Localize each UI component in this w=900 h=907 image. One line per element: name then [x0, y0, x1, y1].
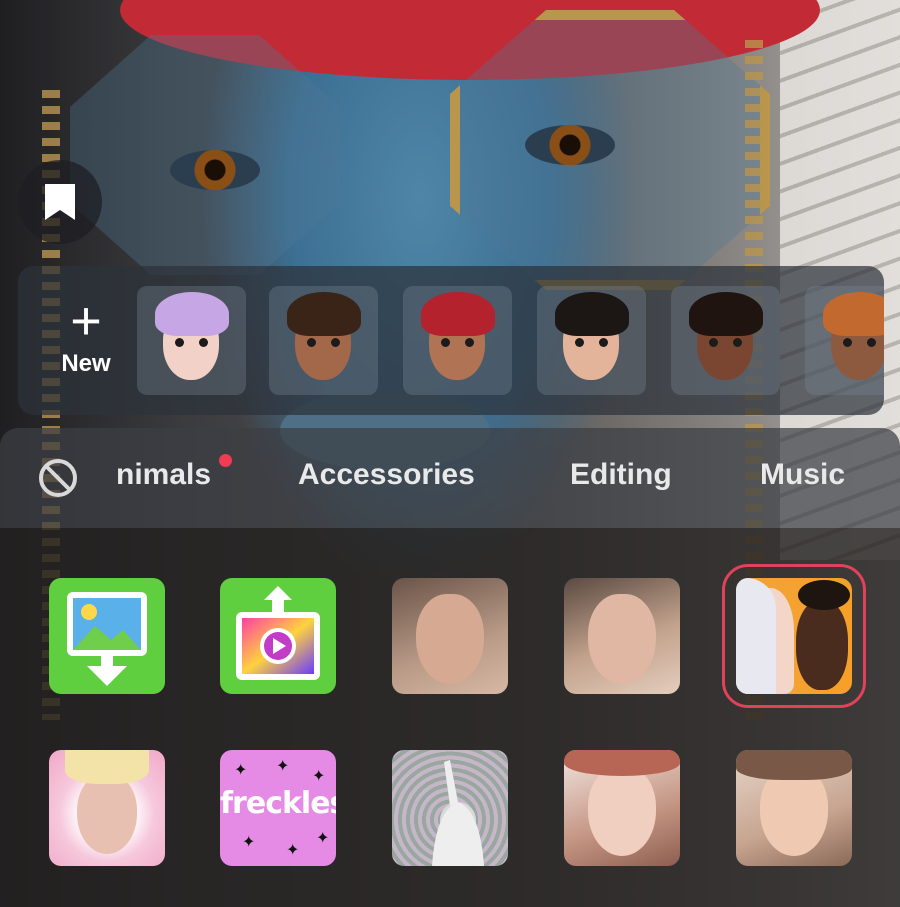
freckles-label: freckles	[220, 786, 336, 821]
face-thumbnail	[588, 766, 656, 856]
avatar-red-beanie[interactable]	[403, 286, 512, 395]
face-thumbnail	[588, 594, 656, 684]
avatar-eye	[441, 338, 450, 347]
tab-music[interactable]: Music	[760, 458, 845, 492]
bookmark-icon	[45, 184, 75, 220]
dancing-silhouette-effect[interactable]	[392, 750, 508, 866]
silhouette-icon	[432, 760, 484, 866]
avatar-duo-effect[interactable]	[722, 564, 866, 708]
avatar-hair	[287, 292, 361, 336]
star-icon: ✦	[286, 842, 300, 859]
star-icon: ✦	[316, 830, 330, 847]
avatar-eye	[199, 338, 208, 347]
avatar-eye	[843, 338, 852, 347]
avatar-eye	[867, 338, 876, 347]
new-avatar-button[interactable]: + New	[46, 294, 126, 394]
green-screen-photo-effect[interactable]	[49, 578, 165, 694]
avatar-hair	[736, 578, 776, 694]
tab-editing[interactable]: Editing	[570, 458, 672, 492]
left-eye	[170, 150, 260, 190]
avatar-eye	[175, 338, 184, 347]
avatar-eye	[709, 338, 718, 347]
avatar-hair	[155, 292, 229, 336]
category-tabs: nimals Accessories Editing Music	[0, 428, 900, 528]
star-icon: ✦	[234, 762, 248, 779]
hello-kitty-effect[interactable]	[49, 750, 165, 866]
avatar-hair	[555, 292, 629, 336]
face-effect-1[interactable]	[392, 578, 508, 694]
bookmark-button[interactable]	[18, 160, 102, 244]
star-icon: ✦	[312, 768, 326, 785]
avatar-eye	[599, 338, 608, 347]
natural-face-effect[interactable]	[736, 750, 852, 866]
tab-animals[interactable]: nimals	[116, 458, 211, 492]
avatar-hair	[421, 292, 495, 336]
flower-crown	[564, 750, 680, 776]
blonde-hair	[65, 750, 149, 784]
effects-grid: ✦ ✦ ✦ ✦ ✦ ✦ freckles	[0, 528, 900, 907]
avatar-hair	[823, 292, 884, 336]
no-effect-icon[interactable]	[38, 458, 78, 498]
video-upload-icon	[236, 586, 320, 680]
green-screen-video-effect[interactable]	[220, 578, 336, 694]
tab-accessories[interactable]: Accessories	[298, 458, 475, 492]
avatar-hijab[interactable]	[805, 286, 884, 395]
avatar-dark-hair[interactable]	[537, 286, 646, 395]
avatar-eye	[575, 338, 584, 347]
brown-hair	[736, 750, 852, 780]
freckles-effect[interactable]: ✦ ✦ ✦ ✦ ✦ ✦ freckles	[220, 750, 336, 866]
avatar-curly-brown[interactable]	[269, 286, 378, 395]
avatar-eye	[465, 338, 474, 347]
flower-crown-effect[interactable]	[564, 750, 680, 866]
new-indicator-dot	[219, 454, 232, 467]
image-download-icon	[67, 592, 147, 686]
avatar-male-thumbnail	[796, 600, 848, 690]
new-avatar-label: New	[61, 350, 111, 377]
star-icon: ✦	[276, 758, 290, 775]
avatar-eye	[307, 338, 316, 347]
avatar-hair	[689, 292, 763, 336]
face-thumbnail	[77, 774, 137, 854]
star-icon: ✦	[242, 834, 256, 851]
plus-icon: +	[70, 291, 102, 351]
avatar-strip: + New	[18, 266, 884, 415]
face-effect-2[interactable]	[564, 578, 680, 694]
avatar-afro[interactable]	[671, 286, 780, 395]
face-thumbnail	[416, 594, 484, 684]
right-eye	[525, 125, 615, 165]
avatar-curly-hair	[798, 580, 850, 610]
avatar-eye	[331, 338, 340, 347]
avatar-eye	[733, 338, 742, 347]
avatar-purple-hair[interactable]	[137, 286, 246, 395]
